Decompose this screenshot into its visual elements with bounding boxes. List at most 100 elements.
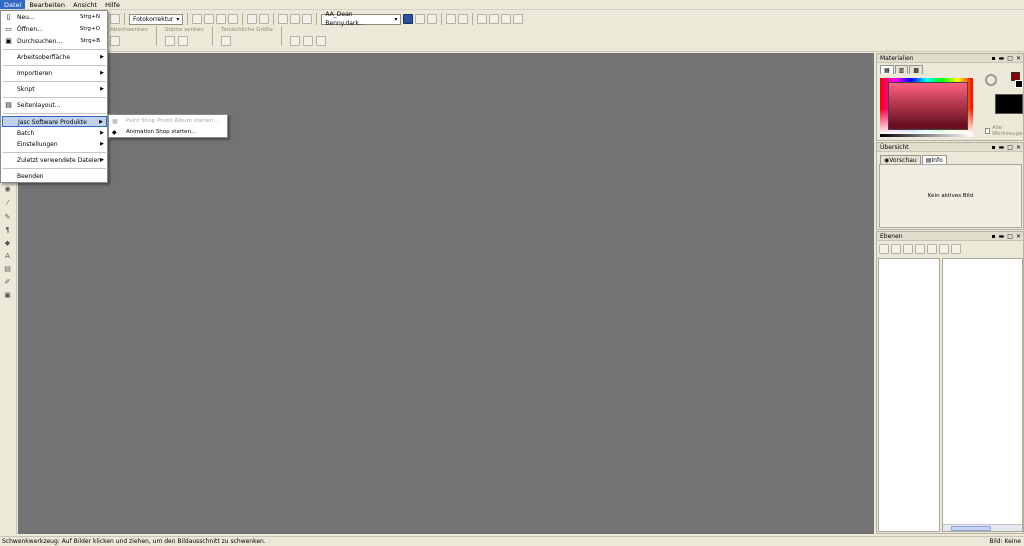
redo-icon[interactable] xyxy=(110,14,120,24)
layer-properties-list[interactable] xyxy=(942,258,1023,532)
pause-icon[interactable] xyxy=(489,14,500,24)
tab-info[interactable]: ▤Info xyxy=(921,155,947,164)
tab-frame[interactable]: ▥ xyxy=(894,65,909,74)
delete-layer-icon[interactable] xyxy=(939,244,949,254)
grayscale-bar[interactable] xyxy=(880,134,973,137)
color-field[interactable] xyxy=(888,82,968,130)
paint-brush-icon[interactable]: ✎ xyxy=(2,212,13,222)
menu-hilfe[interactable]: Hilfe xyxy=(101,0,124,9)
group-label: Abschwenken xyxy=(110,27,148,33)
status-bar: Schwenkwerkzeug: Auf Bilder klicken und … xyxy=(0,536,1024,546)
menu-item-exit[interactable]: Beenden xyxy=(2,171,107,182)
strength-icon[interactable] xyxy=(177,36,188,46)
actual-size-icon[interactable] xyxy=(220,36,231,46)
pin-icon[interactable]: ▪ xyxy=(992,232,996,241)
minimize-icon[interactable]: ▬ xyxy=(999,232,1005,241)
fit-icon[interactable] xyxy=(289,36,300,46)
adjust-icon[interactable] xyxy=(192,14,203,24)
menu-item-settings[interactable]: Einstellungen ▶ xyxy=(2,139,107,150)
menu-item-page-setup[interactable]: ▤ Seitenlayout... xyxy=(2,100,107,111)
save-icon[interactable] xyxy=(513,14,524,24)
menu-item-import[interactable]: Importieren ▶ xyxy=(2,68,107,79)
shortcut-label: Strg+O xyxy=(79,26,100,32)
maximize-icon[interactable]: □ xyxy=(1007,143,1013,152)
script-select-value: AA_Dean Benny.dark... xyxy=(325,11,365,27)
fit-icon[interactable] xyxy=(302,36,313,46)
menu-item-new[interactable]: ▯ Neu... Strg+N xyxy=(2,12,107,23)
layer-group-icon[interactable] xyxy=(915,244,925,254)
print-icon[interactable] xyxy=(302,14,313,24)
horizontal-scrollbar[interactable] xyxy=(943,524,1022,531)
strength-icon[interactable] xyxy=(164,36,175,46)
menu-item-jasc[interactable]: Jasc Software Produkte ▶ xyxy=(2,116,107,127)
new-layer-icon[interactable] xyxy=(879,244,889,254)
menu-item-batch[interactable]: Batch ▶ xyxy=(2,128,107,139)
adjust-icon[interactable] xyxy=(204,14,215,24)
clone-icon[interactable]: ¶ xyxy=(2,225,13,235)
layers-toolbar xyxy=(879,244,961,254)
close-icon[interactable]: ✕ xyxy=(1016,54,1021,63)
run-script-icon[interactable] xyxy=(403,14,414,24)
undo-icon[interactable] xyxy=(228,14,239,24)
fullscreen-icon[interactable] xyxy=(315,36,326,46)
submenu-arrow-icon: ▶ xyxy=(100,86,104,92)
adjustment-layer-icon[interactable] xyxy=(927,244,937,254)
menu-item-recent[interactable]: Zuletzt verwendete Dateien ▶ xyxy=(2,155,107,166)
script-edit-icon[interactable] xyxy=(415,14,426,24)
menu-item-workspace[interactable]: Arbeitsoberfläche ▶ xyxy=(2,52,107,63)
stop-icon[interactable] xyxy=(501,14,512,24)
brush-icon[interactable]: ◉ xyxy=(2,184,13,194)
fill-swatch[interactable] xyxy=(995,94,1023,114)
print-icon[interactable] xyxy=(290,14,301,24)
maximize-icon[interactable]: □ xyxy=(1007,232,1013,241)
layer-list[interactable] xyxy=(878,258,940,532)
image-icon[interactable] xyxy=(259,14,270,24)
menu-datei[interactable]: Datei xyxy=(0,0,26,9)
no-material-icon[interactable] xyxy=(985,74,997,86)
pin-icon[interactable]: ▪ xyxy=(992,54,996,63)
submenu-item-animation-shop[interactable]: ◆ Animation Shop starten... xyxy=(110,127,227,138)
submenu-item-photo-album[interactable]: ▦ Paint Shop Photo Album starten... xyxy=(110,116,227,127)
settings-icon[interactable] xyxy=(458,14,469,24)
tab-rainbow[interactable]: ▦ xyxy=(880,65,894,74)
fotokorrektur-dropdown[interactable]: Fotokorrektur ▾ xyxy=(129,13,184,25)
minimize-icon[interactable]: ▬ xyxy=(999,54,1005,63)
menu-separator xyxy=(3,97,106,98)
chevron-down-icon: ▾ xyxy=(176,15,180,23)
rotate-icon[interactable] xyxy=(216,14,227,24)
layer-mask-icon[interactable] xyxy=(903,244,913,254)
close-icon[interactable]: ✕ xyxy=(1016,143,1021,152)
pin-icon[interactable]: ▪ xyxy=(992,143,996,152)
shape-icon[interactable]: ▤ xyxy=(2,264,13,274)
menu-item-browse[interactable]: ▣ Durchsuchen... Strg+B xyxy=(2,36,107,47)
menu-ansicht[interactable]: Ansicht xyxy=(69,0,101,9)
script-icon[interactable] xyxy=(446,14,457,24)
picture-tube-icon[interactable]: ▣ xyxy=(2,290,13,300)
tab-pattern[interactable]: ▩ xyxy=(909,65,924,74)
menu-item-script[interactable]: Skript ▶ xyxy=(2,84,107,95)
pencil-icon[interactable]: ✐ xyxy=(2,277,13,287)
minimize-icon[interactable]: ▬ xyxy=(999,143,1005,152)
color-picker[interactable] xyxy=(880,78,973,134)
all-tools-option[interactable]: Alle Werkzeuge xyxy=(985,125,1024,137)
print-icon[interactable] xyxy=(278,14,289,24)
menu-item-label: Arbeitsoberfläche xyxy=(17,54,71,61)
zoom-icon[interactable] xyxy=(110,36,120,46)
image-icon[interactable] xyxy=(247,14,258,24)
script-list-icon[interactable] xyxy=(427,14,438,24)
layer-properties-icon[interactable] xyxy=(951,244,961,254)
text-icon[interactable]: A xyxy=(2,251,13,261)
eraser-icon[interactable]: ◆ xyxy=(2,238,13,248)
script-select[interactable]: AA_Dean Benny.dark... ▾ xyxy=(321,11,402,27)
menu-item-open[interactable]: ▭ Öffnen... Strg+O xyxy=(2,24,107,35)
maximize-icon[interactable]: □ xyxy=(1007,54,1013,63)
scrollbar-thumb[interactable] xyxy=(951,526,991,531)
pen-icon[interactable]: ⁄ xyxy=(2,198,13,208)
menu-bearbeiten[interactable]: Bearbeiten xyxy=(25,0,69,9)
background-swatch[interactable] xyxy=(1015,80,1023,88)
new-layer-icon[interactable] xyxy=(891,244,901,254)
tab-vorschau[interactable]: ◉Vorschau xyxy=(880,155,921,164)
all-tools-checkbox[interactable] xyxy=(985,128,990,134)
record-icon[interactable] xyxy=(477,14,488,24)
close-icon[interactable]: ✕ xyxy=(1016,232,1021,241)
